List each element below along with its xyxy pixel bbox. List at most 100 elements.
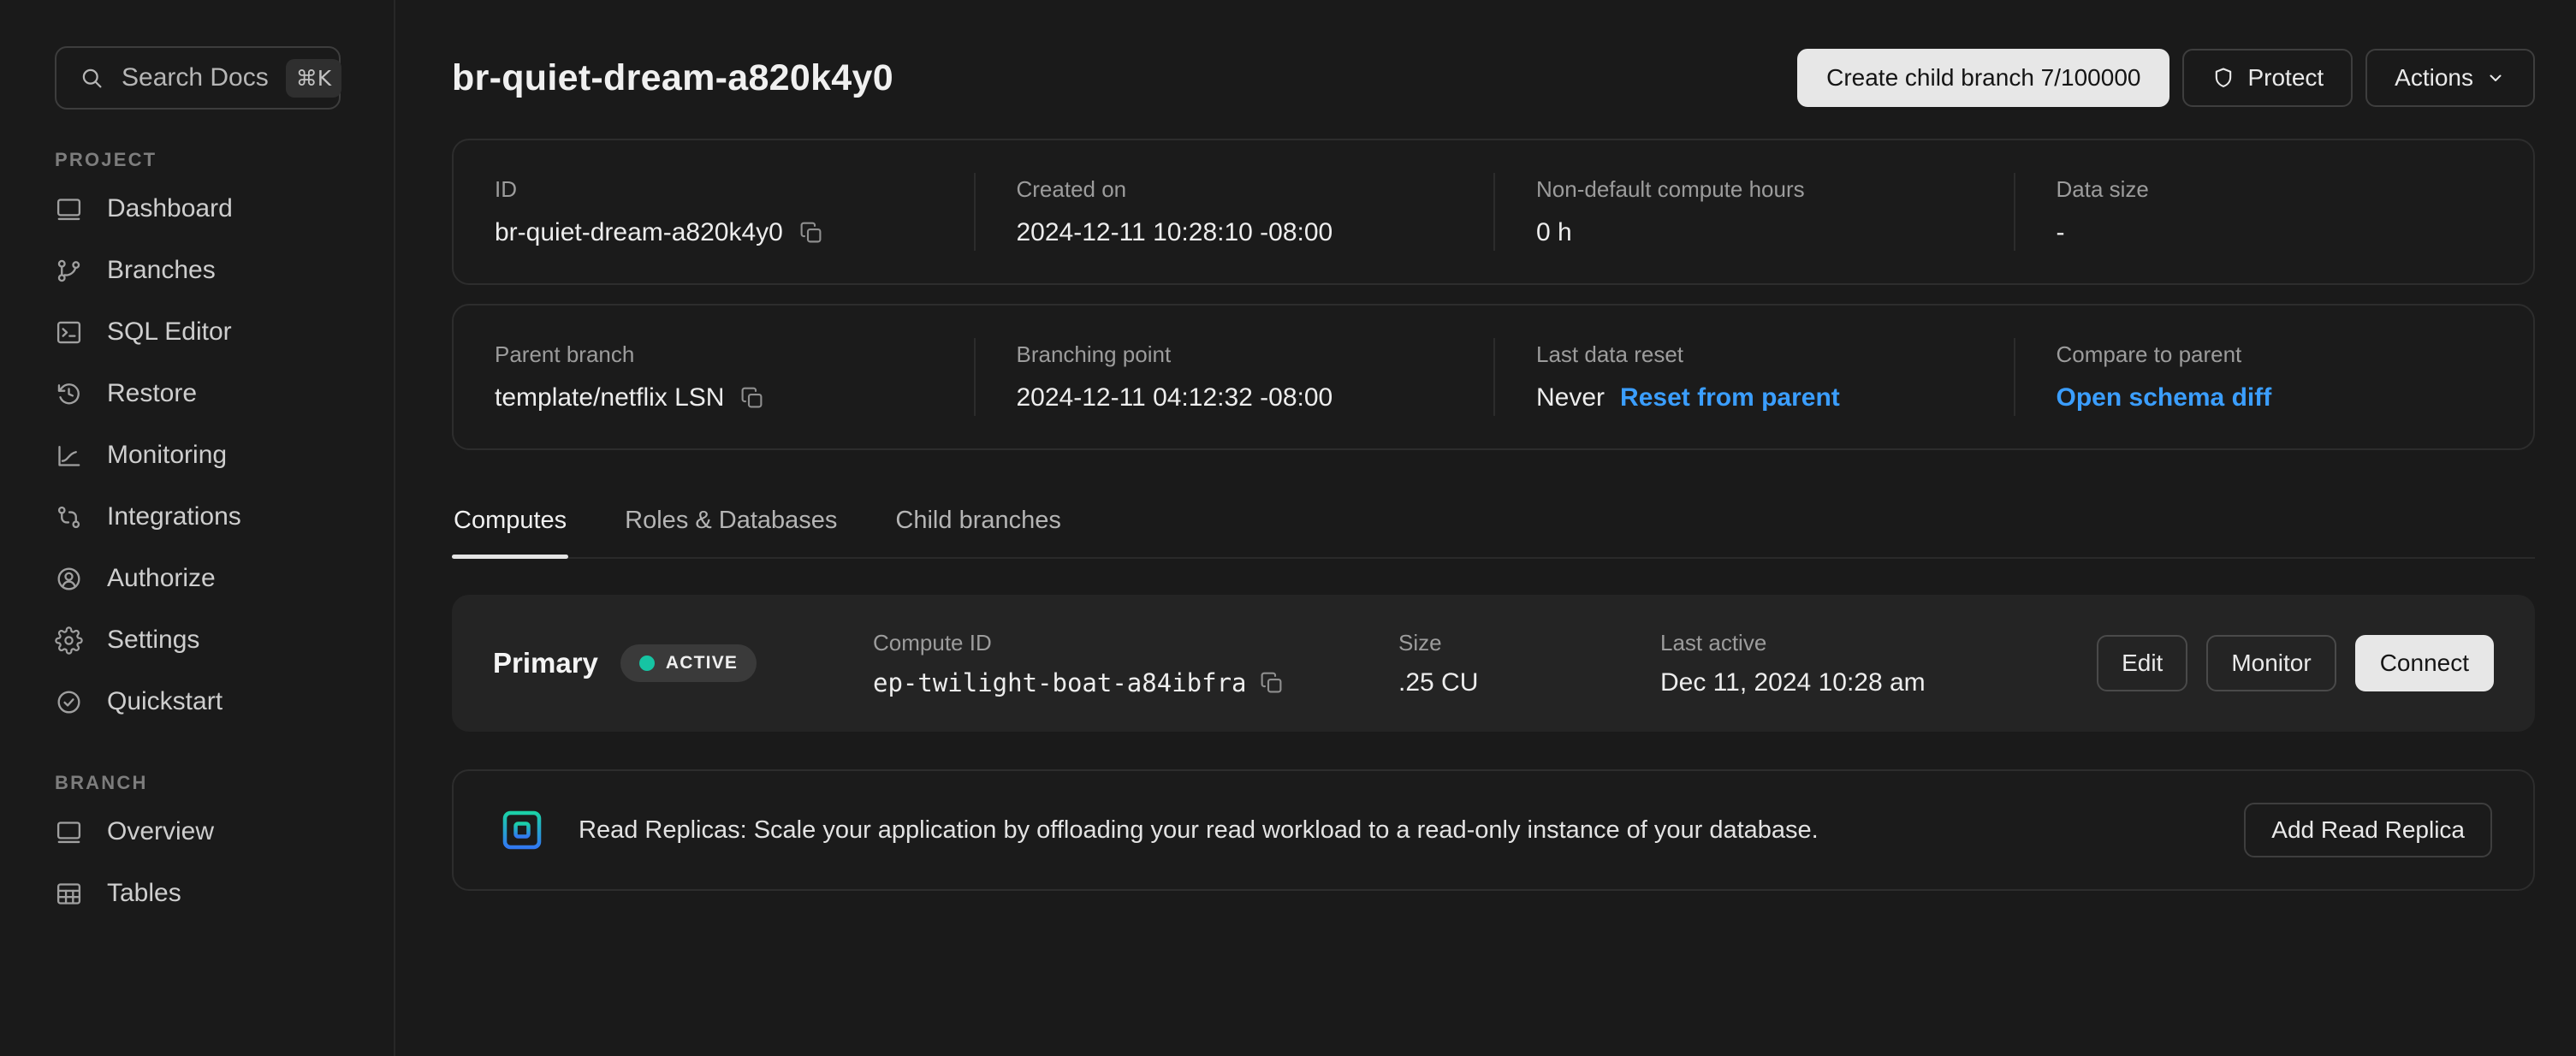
compute-id-value: ep-twilight-boat-a84ibfra: [873, 668, 1247, 697]
create-child-branch-button[interactable]: Create child branch 7/100000: [1797, 49, 2169, 107]
dashboard-icon: [55, 195, 83, 223]
sidebar-item-dashboard[interactable]: Dashboard: [55, 178, 394, 240]
edit-button[interactable]: Edit: [2097, 635, 2187, 691]
field-label: Compare to parent: [2057, 341, 2500, 368]
compute-size-column: Size .25 CU: [1398, 630, 1660, 697]
sidebar-item-label: Settings: [107, 626, 199, 655]
tab-roles-databases[interactable]: Roles & Databases: [623, 507, 839, 557]
branches-icon: [55, 257, 83, 285]
compute-id-column: Compute ID ep-twilight-boat-a84ibfra: [873, 630, 1398, 697]
sidebar-item-integrations[interactable]: Integrations: [55, 486, 394, 548]
field-label: Created on: [1017, 176, 1460, 203]
sql-editor-icon: [55, 318, 83, 347]
sidebar-item-sql-editor[interactable]: SQL Editor: [55, 301, 394, 363]
sidebar-item-branches[interactable]: Branches: [55, 240, 394, 301]
field-parent-branch: Parent branch template/netflix LSN: [454, 338, 974, 416]
cpu-icon: [495, 803, 549, 857]
shield-icon: [2211, 66, 2235, 90]
sidebar-item-overview[interactable]: Overview: [55, 801, 394, 863]
authorize-icon: [55, 565, 83, 593]
sidebar-item-quickstart[interactable]: Quickstart: [55, 671, 394, 733]
field-data-size: Data size -: [2014, 173, 2534, 251]
sidebar-item-monitoring[interactable]: Monitoring: [55, 424, 394, 486]
sidebar-item-label: Overview: [107, 817, 214, 846]
active-status-dot: [639, 656, 655, 671]
chevron-down-icon: [2485, 68, 2506, 88]
overview-icon: [55, 818, 83, 846]
monitor-button[interactable]: Monitor: [2206, 635, 2336, 691]
sidebar: Search Docs ⌘K PROJECT Dashboard Branche…: [0, 0, 395, 1056]
field-compute-hours: Non-default compute hours 0 h: [1493, 173, 2014, 251]
field-last-data-reset: Last data reset Never Reset from parent: [1493, 338, 2014, 416]
copy-icon[interactable]: [739, 385, 765, 411]
field-label: Data size: [2057, 176, 2500, 203]
sidebar-section-project: PROJECT: [55, 149, 394, 171]
protect-button[interactable]: Protect: [2182, 49, 2353, 107]
parent-branch-value: template/netflix LSN: [495, 383, 724, 412]
field-label: Branching point: [1017, 341, 1460, 368]
last-active-value: Dec 11, 2024 10:28 am: [1660, 668, 2097, 697]
search-docs-button[interactable]: Search Docs ⌘K: [55, 46, 341, 110]
sidebar-item-label: Quickstart: [107, 687, 223, 716]
status-label: ACTIVE: [666, 653, 738, 673]
search-icon: [79, 65, 104, 91]
main-content: br-quiet-dream-a820k4y0 Create child bra…: [395, 0, 2576, 1056]
page-title: br-quiet-dream-a820k4y0: [452, 57, 893, 99]
integrations-icon: [55, 503, 83, 531]
copy-icon[interactable]: [1259, 670, 1285, 696]
compute-id-label: Compute ID: [873, 630, 1398, 656]
quickstart-icon: [55, 688, 83, 716]
branching-point-value: 2024-12-11 04:12:32 -08:00: [1017, 383, 1333, 412]
tables-icon: [55, 880, 83, 908]
sidebar-item-tables[interactable]: Tables: [55, 863, 394, 924]
tab-child-branches[interactable]: Child branches: [893, 507, 1062, 557]
page-header: br-quiet-dream-a820k4y0 Create child bra…: [452, 48, 2535, 108]
restore-icon: [55, 380, 83, 408]
connect-button[interactable]: Connect: [2355, 635, 2494, 691]
field-label: Last data reset: [1536, 341, 1979, 368]
protect-label: Protect: [2247, 64, 2324, 92]
reset-from-parent-link[interactable]: Reset from parent: [1620, 383, 1840, 412]
settings-icon: [55, 626, 83, 655]
sidebar-item-settings[interactable]: Settings: [55, 609, 394, 671]
add-read-replica-button[interactable]: Add Read Replica: [2244, 803, 2492, 857]
open-schema-diff-link[interactable]: Open schema diff: [2057, 383, 2272, 412]
compute-actions: Edit Monitor Connect: [2097, 635, 2494, 691]
parent-branch-card: Parent branch template/netflix LSN Branc…: [452, 304, 2535, 450]
sidebar-item-restore[interactable]: Restore: [55, 363, 394, 424]
compute-name-group: Primary ACTIVE: [493, 644, 873, 682]
sidebar-item-label: Restore: [107, 379, 197, 408]
status-badge: ACTIVE: [620, 644, 757, 682]
branch-id-value: br-quiet-dream-a820k4y0: [495, 218, 783, 247]
field-created-on: Created on 2024-12-11 10:28:10 -08:00: [974, 173, 1494, 251]
sidebar-item-label: SQL Editor: [107, 317, 232, 347]
data-size-value: -: [2057, 218, 2065, 247]
field-branching-point: Branching point 2024-12-11 04:12:32 -08:…: [974, 338, 1494, 416]
sidebar-item-label: Tables: [107, 879, 181, 908]
app-window: Search Docs ⌘K PROJECT Dashboard Branche…: [0, 0, 2576, 1056]
read-replica-banner: Read Replicas: Scale your application by…: [452, 769, 2535, 891]
copy-icon[interactable]: [798, 220, 824, 246]
size-label: Size: [1398, 630, 1660, 656]
sidebar-item-label: Authorize: [107, 564, 216, 593]
actions-label: Actions: [2395, 64, 2473, 92]
branch-tabs: Computes Roles & Databases Child branche…: [452, 507, 2535, 559]
last-active-label: Last active: [1660, 630, 2097, 656]
search-shortcut-badge: ⌘K: [286, 59, 341, 98]
field-compare-to-parent: Compare to parent Open schema diff: [2014, 338, 2534, 416]
last-active-column: Last active Dec 11, 2024 10:28 am: [1660, 630, 2097, 697]
monitoring-icon: [55, 442, 83, 470]
actions-button[interactable]: Actions: [2365, 49, 2535, 107]
created-on-value: 2024-12-11 10:28:10 -08:00: [1017, 218, 1333, 247]
sidebar-item-authorize[interactable]: Authorize: [55, 548, 394, 609]
tab-computes[interactable]: Computes: [452, 507, 568, 557]
primary-compute-row: Primary ACTIVE Compute ID ep-twilight-bo…: [452, 595, 2535, 732]
field-label: ID: [495, 176, 940, 203]
last-data-reset-value: Never: [1536, 383, 1605, 412]
size-value: .25 CU: [1398, 668, 1660, 697]
sidebar-section-branch: BRANCH: [55, 772, 394, 794]
search-docs-label: Search Docs: [122, 63, 269, 92]
compute-name: Primary: [493, 647, 598, 679]
sidebar-item-label: Monitoring: [107, 441, 227, 470]
sidebar-item-label: Branches: [107, 256, 216, 285]
